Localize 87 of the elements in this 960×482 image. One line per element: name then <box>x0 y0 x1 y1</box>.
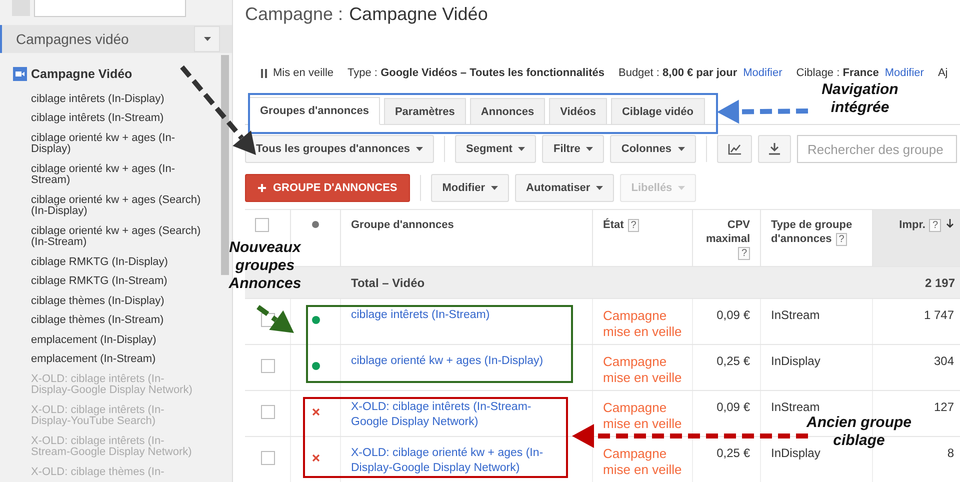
ad-group-item[interactable]: emplacement (In-Stream) <box>31 350 201 370</box>
caret-icon <box>678 147 684 151</box>
column-header[interactable]: Impr. ? <box>873 210 960 266</box>
caret-icon <box>416 147 423 151</box>
tab[interactable]: Annonces <box>470 98 546 124</box>
cpv-text: 0,25 € <box>716 354 750 368</box>
add-ad-group-button[interactable]: GROUPE D'ANNONCES <box>245 174 410 202</box>
menu-dropdown[interactable]: Modifier <box>431 174 510 202</box>
ad-group-item[interactable]: ciblage orienté kw + ages (Search) (In-Display) <box>31 190 201 222</box>
ad-group-item[interactable]: ciblage thèmes (In-Stream) <box>31 311 201 330</box>
ad-group-item[interactable]: ciblage orienté kw + ages (In-Stream) <box>31 160 201 190</box>
pause-icon <box>261 68 267 78</box>
tab[interactable]: Ciblage vidéo <box>610 98 704 124</box>
caret-icon <box>586 147 594 151</box>
ad-group-item[interactable]: ciblage thèmes (In-Display) <box>31 292 201 311</box>
type-text: InStream <box>771 308 820 322</box>
status-dot-icon <box>312 221 319 228</box>
impressions-text: 1 747 <box>924 308 954 322</box>
cpv-text: 0,09 € <box>716 400 750 414</box>
dropdown-button[interactable] <box>194 26 220 52</box>
chart-button[interactable] <box>716 135 752 163</box>
ad-group-link[interactable]: X-OLD: ciblage intêrets (In-Stream-Google Display Network) <box>351 400 561 430</box>
dashed-arrow <box>256 304 294 333</box>
row-checkbox[interactable] <box>260 359 274 373</box>
caret-icon <box>518 147 526 151</box>
impressions-text: 304 <box>934 354 954 368</box>
targeting-text: Ciblage : France <box>796 67 879 79</box>
page-title-label: Campagne : <box>245 4 344 25</box>
impressions-text: 8 <box>947 446 954 460</box>
row-checkbox[interactable] <box>260 405 274 419</box>
budget-text: Budget : 8,00 € par jour <box>618 67 738 79</box>
modify-link[interactable]: Modifier <box>884 67 924 79</box>
video-camera-icon <box>13 66 27 80</box>
type-text: InDisplay <box>771 446 820 460</box>
annotation-label: Ancien groupe ciblage <box>806 414 912 449</box>
type-text: InStream <box>771 400 820 414</box>
row-checkbox[interactable] <box>260 451 274 465</box>
ad-group-item[interactable]: ciblage RMKTG (In-Display) <box>31 252 201 272</box>
caret-icon <box>491 186 498 190</box>
tab[interactable]: Groupes d'annonces <box>249 97 380 125</box>
state-text: Campagne mise en veille <box>603 354 682 385</box>
impressions-text: 127 <box>934 400 954 414</box>
filter-dropdown[interactable]: Tous les groupes d'annonces <box>245 135 434 163</box>
section-title: Campagnes vidéo <box>16 30 129 47</box>
tab[interactable]: Paramètres <box>384 98 466 124</box>
caret-icon <box>678 186 686 190</box>
caret-icon <box>204 36 210 41</box>
page-title: Campagne Vidéo <box>349 4 488 25</box>
status-text: Mis en veille <box>273 67 334 79</box>
ad-group-link[interactable]: ciblage orienté kw + ages (In-Display) <box>351 354 561 369</box>
type-text: Type : Google Vidéos – Toutes les fonctionnalités <box>348 67 604 79</box>
line-chart-icon <box>728 144 740 154</box>
annotation-label: Nouveaux groupes Annonces <box>228 239 302 293</box>
download-icon <box>768 143 780 155</box>
ad-group-item[interactable]: ciblage orienté kw + ages (Search) (In-Stream) <box>31 222 201 252</box>
total-impressions: 2 197 <box>924 276 955 290</box>
ad-group-item[interactable]: ciblage orienté kw + ages (In-Display) <box>31 128 201 160</box>
info-text: Aj <box>938 67 948 79</box>
ad-group-item[interactable]: ciblage RMKTG (In-Stream) <box>31 272 201 292</box>
ad-group-item[interactable]: ciblage intêrets (In-Stream) <box>31 109 201 128</box>
menu-dropdown[interactable]: Automatiser <box>515 174 614 202</box>
modify-link[interactable]: Modifier <box>743 67 782 79</box>
menu-dropdown[interactable]: Colonnes <box>610 135 696 163</box>
scrollbar[interactable] <box>221 55 229 275</box>
annotation-label: Navigation intégrée <box>820 81 900 117</box>
state-text: Campagne mise en veille <box>603 446 682 477</box>
download-button[interactable] <box>758 135 790 163</box>
sort-arrow-icon <box>946 219 954 228</box>
menu-dropdown[interactable]: Segment <box>455 135 536 163</box>
campaign-item[interactable]: Campagne Vidéo <box>31 66 132 80</box>
state-text: Campagne mise en veille <box>603 308 682 339</box>
tab[interactable]: Vidéos <box>549 98 607 124</box>
ad-group-link[interactable]: ciblage intêrets (In-Stream) <box>351 308 561 323</box>
ad-group-item[interactable]: emplacement (In-Display) <box>31 330 201 350</box>
menu-dropdown[interactable]: Filtre <box>542 135 604 163</box>
ad-group-item[interactable]: ciblage intêrets (In-Display) <box>31 90 201 109</box>
search-field[interactable]: Rechercher des groupe <box>796 135 956 163</box>
type-text: InDisplay <box>771 354 820 368</box>
sidebar-search-field[interactable] <box>34 0 186 17</box>
cpv-text: 0,09 € <box>716 308 750 322</box>
ad-group-link[interactable]: X-OLD: ciblage orienté kw + ages (In-Display-Google Display Network) <box>351 446 561 476</box>
state-text: Campagne mise en veille <box>603 400 682 431</box>
caret-icon <box>596 186 604 190</box>
cpv-text: 0,25 € <box>716 446 750 460</box>
select-all-checkbox[interactable] <box>255 218 269 232</box>
total-label: Total – Vidéo <box>351 276 425 290</box>
plus-icon <box>258 184 266 192</box>
